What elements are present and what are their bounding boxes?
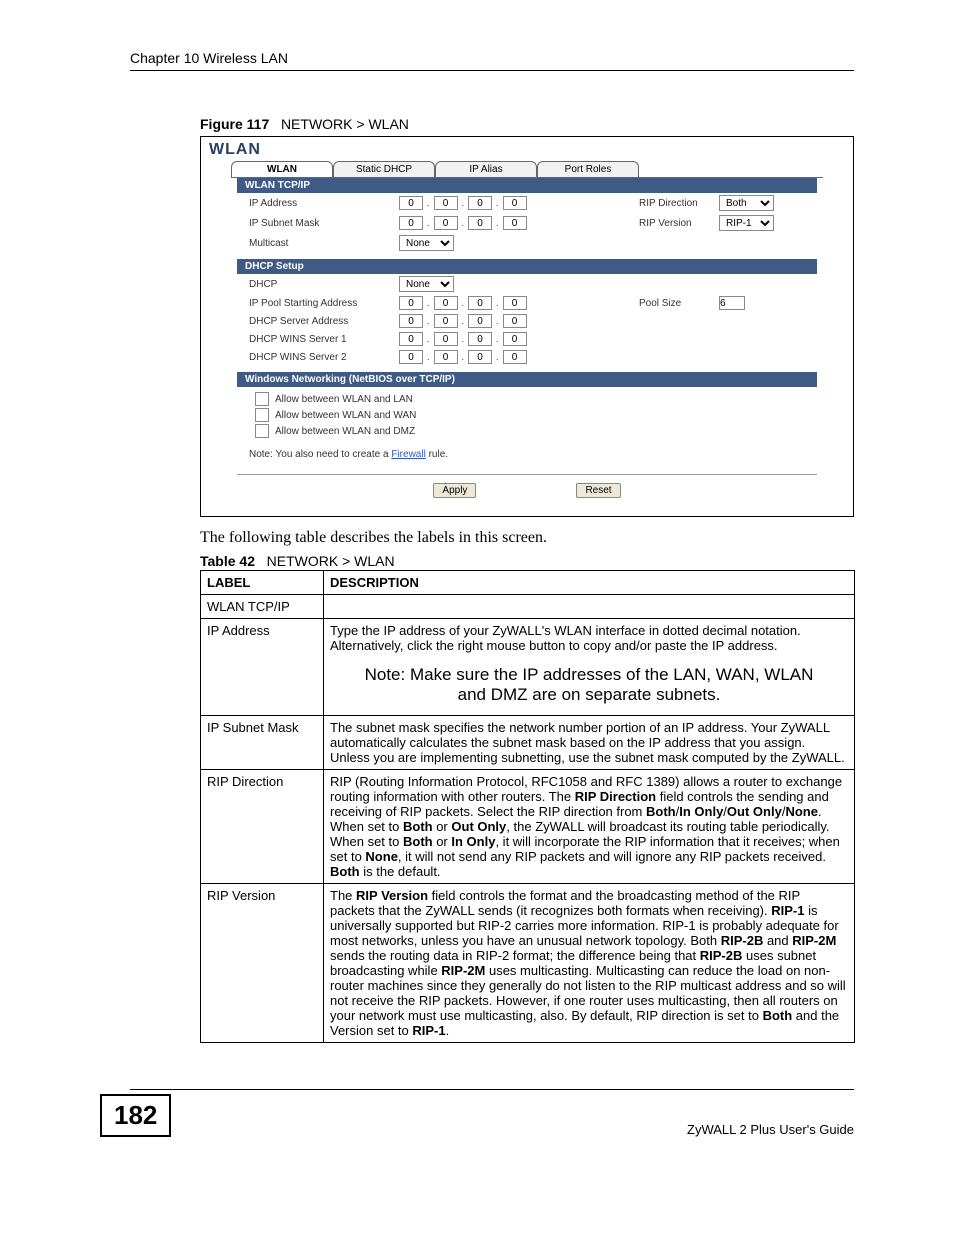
pool-octet-2[interactable] [434,296,458,310]
label-dhcp-server-addr: DHCP Server Address [249,316,399,327]
checkbox-wlan-dmz[interactable] [255,424,269,438]
tab-port-roles[interactable]: Port Roles [537,161,639,177]
description-table: LABEL DESCRIPTION WLAN TCP/IPIP AddressT… [200,570,855,1043]
label-wlan-dmz: Allow between WLAN and DMZ [275,426,415,437]
cell-label: IP Address [201,619,324,716]
tab-ip-alias[interactable]: IP Alias [435,161,537,177]
cell-label: RIP Direction [201,770,324,884]
table-row: RIP DirectionRIP (Routing Information Pr… [201,770,855,884]
checkbox-wlan-lan[interactable] [255,392,269,406]
label-ip-subnet: IP Subnet Mask [249,218,399,229]
wins2-octet-3[interactable] [468,350,492,364]
wins1-octet-3[interactable] [468,332,492,346]
tab-bar: WLAN Static DHCP IP Alias Port Roles [231,161,853,177]
select-dhcp[interactable]: None [399,276,454,292]
table-caption: Table 42 NETWORK > WLAN [200,553,854,569]
dhcpsrv-octet-4[interactable] [503,314,527,328]
ip-octet-1[interactable] [399,196,423,210]
cell-note: Note: Make sure the IP addresses of the … [330,653,848,711]
wins1-input[interactable]: . . . [399,332,589,346]
label-ip-address: IP Address [249,198,399,209]
tab-wlan[interactable]: WLAN [231,161,333,177]
chapter-header: Chapter 10 Wireless LAN [130,50,854,71]
label-wlan-lan: Allow between WLAN and LAN [275,394,413,405]
label-dhcp: DHCP [249,279,399,290]
label-rip-direction: RIP Direction [639,198,719,209]
ip-address-input[interactable]: . . . [399,196,589,210]
dhcpsrv-octet-3[interactable] [468,314,492,328]
cell-label: RIP Version [201,884,324,1043]
cell-label: IP Subnet Mask [201,716,324,770]
section-dhcp-setup: DHCP Setup [237,259,817,274]
wins1-octet-4[interactable] [503,332,527,346]
cell-desc: The subnet mask specifies the network nu… [324,716,855,770]
select-multicast[interactable]: None [399,235,454,251]
figure-title: NETWORK > WLAN [281,116,409,132]
wins2-octet-1[interactable] [399,350,423,364]
firewall-note: Note: You also need to create a Firewall… [231,439,823,468]
dhcpsrv-octet-1[interactable] [399,314,423,328]
figure-caption: Figure 117 NETWORK > WLAN [200,116,854,132]
section-wlan-tcpip: WLAN TCP/IP [237,178,817,193]
input-pool-size[interactable] [719,296,745,310]
label-wins2: DHCP WINS Server 2 [249,352,399,363]
pool-octet-4[interactable] [503,296,527,310]
table-title: NETWORK > WLAN [267,553,395,569]
pool-start-input[interactable]: . . . [399,296,589,310]
section-winnet: Windows Networking (NetBIOS over TCP/IP) [237,372,817,387]
label-rip-version: RIP Version [639,218,719,229]
table-row: WLAN TCP/IP [201,595,855,619]
guide-name: ZyWALL 2 Plus User's Guide [687,1122,854,1137]
select-rip-version[interactable]: RIP-1 [719,215,774,231]
subnet-octet-4[interactable] [503,216,527,230]
label-pool-size: Pool Size [639,298,719,309]
reset-button[interactable]: Reset [576,483,620,498]
dhcp-server-input[interactable]: . . . [399,314,589,328]
subnet-octet-1[interactable] [399,216,423,230]
subnet-input[interactable]: . . . [399,216,589,230]
th-label: LABEL [201,571,324,595]
table-number: Table 42 [200,553,255,569]
figure-number: Figure 117 [200,116,269,132]
cell-desc: Type the IP address of your ZyWALL's WLA… [324,619,855,716]
cell-desc [324,595,855,619]
label-wlan-wan: Allow between WLAN and WAN [275,410,416,421]
table-row: RIP VersionThe RIP Version field control… [201,884,855,1043]
subnet-octet-2[interactable] [434,216,458,230]
table-row: IP AddressType the IP address of your Zy… [201,619,855,716]
cell-desc: The RIP Version field controls the forma… [324,884,855,1043]
ip-octet-2[interactable] [434,196,458,210]
label-multicast: Multicast [249,238,399,249]
wins2-octet-4[interactable] [503,350,527,364]
tab-static-dhcp[interactable]: Static DHCP [333,161,435,177]
wins1-octet-2[interactable] [434,332,458,346]
ip-octet-3[interactable] [468,196,492,210]
firewall-link[interactable]: Firewall [391,449,425,460]
apply-button[interactable]: Apply [433,483,476,498]
th-desc: DESCRIPTION [324,571,855,595]
table-row: IP Subnet MaskThe subnet mask specifies … [201,716,855,770]
cell-label: WLAN TCP/IP [201,595,324,619]
label-ip-pool-start: IP Pool Starting Address [249,298,399,309]
cell-desc: RIP (Routing Information Protocol, RFC10… [324,770,855,884]
ip-octet-4[interactable] [503,196,527,210]
table-intro-text: The following table describes the labels… [200,529,854,547]
wins2-input[interactable]: . . . [399,350,589,364]
wins1-octet-1[interactable] [399,332,423,346]
label-wins1: DHCP WINS Server 1 [249,334,399,345]
panel-title: WLAN [201,139,853,161]
dhcpsrv-octet-2[interactable] [434,314,458,328]
wlan-config-panel: WLAN WLAN Static DHCP IP Alias Port Role… [200,136,854,517]
subnet-octet-3[interactable] [468,216,492,230]
pool-octet-1[interactable] [399,296,423,310]
select-rip-direction[interactable]: Both [719,195,774,211]
wins2-octet-2[interactable] [434,350,458,364]
pool-octet-3[interactable] [468,296,492,310]
checkbox-wlan-wan[interactable] [255,408,269,422]
page-number: 182 [100,1094,171,1137]
